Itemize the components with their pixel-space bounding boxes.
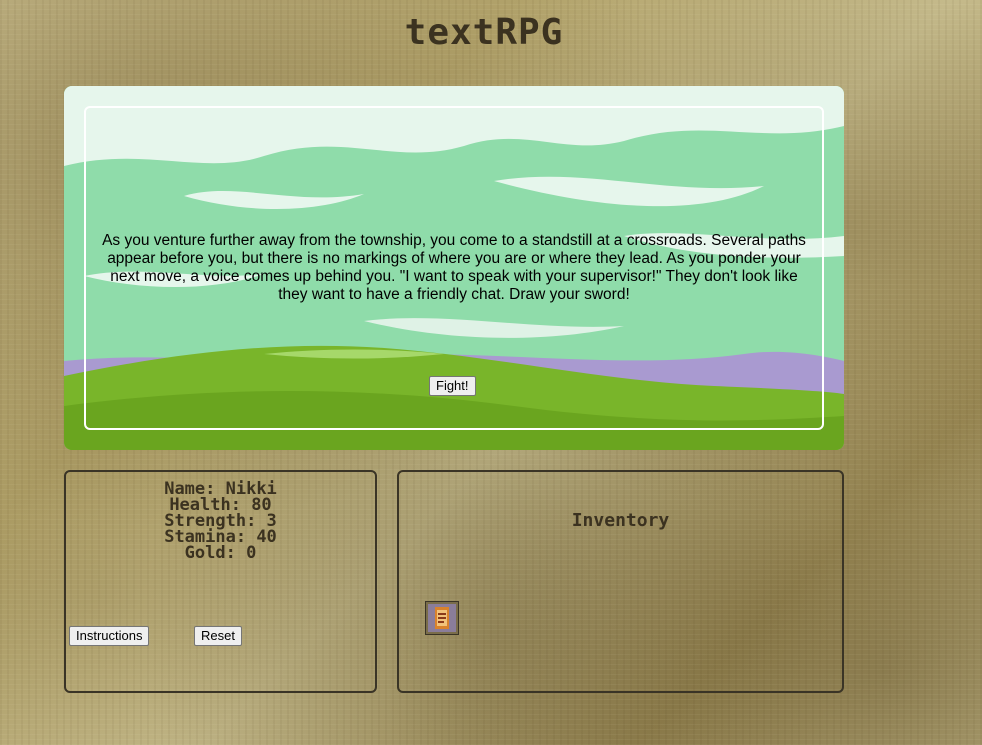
inventory-title: Inventory [571, 510, 670, 531]
inventory-item-slot[interactable] [425, 601, 459, 635]
stat-gold: Gold: 0 [184, 543, 257, 563]
instructions-button[interactable]: Instructions [69, 626, 150, 646]
scene-panel: As you venture further away from the tow… [64, 86, 844, 450]
story-text: As you venture further away from the tow… [102, 232, 806, 303]
stats-list: Name: Nikki Health: 80 Strength: 3 Stami… [66, 481, 375, 563]
scroll-item-icon [428, 604, 456, 632]
stats-panel: Name: Nikki Health: 80 Strength: 3 Stami… [64, 470, 377, 693]
fight-button[interactable]: Fight! [429, 376, 476, 396]
reset-button[interactable]: Reset [194, 626, 242, 646]
page-title: textRPG [404, 12, 564, 53]
inventory-panel: Inventory [397, 470, 844, 693]
